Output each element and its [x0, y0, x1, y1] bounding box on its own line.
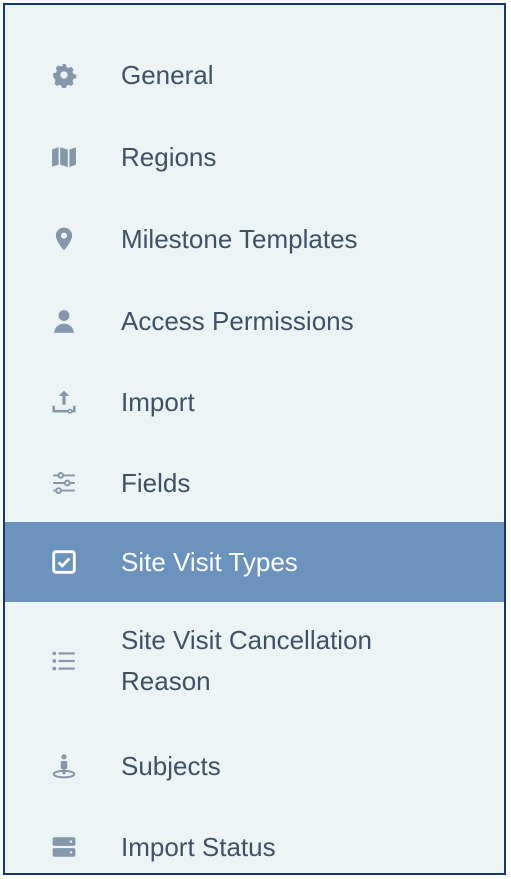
menu-item-access-permissions[interactable]: Access Permissions — [5, 298, 504, 344]
menu-item-label: General — [121, 60, 214, 90]
menu-item-label: Fields — [121, 468, 191, 498]
menu-item-subjects[interactable]: Subjects — [5, 743, 504, 789]
menu-item-import-status[interactable]: Import Status — [5, 824, 504, 870]
menu-item-label: Milestone Templates — [121, 224, 358, 254]
person-location-icon — [48, 750, 80, 782]
menu-item-label: Site Visit Cancellation Reason — [121, 625, 372, 696]
menu-item-site-visit-cancellation-reason[interactable]: Site Visit Cancellation Reason — [5, 615, 504, 707]
menu-item-general[interactable]: General — [5, 52, 504, 98]
gear-icon — [48, 59, 80, 91]
map-pin-icon — [48, 223, 80, 255]
checkbox-icon — [48, 546, 80, 578]
user-icon — [48, 305, 80, 337]
server-icon — [48, 831, 80, 863]
menu-item-import[interactable]: Import — [5, 379, 504, 425]
menu-item-regions[interactable]: Regions — [5, 134, 504, 180]
settings-sidebar: General Regions Milestone Templates Acce… — [3, 3, 506, 875]
list-icon — [48, 645, 80, 677]
menu-item-label: Site Visit Types — [121, 547, 298, 577]
map-icon — [48, 141, 80, 173]
upload-icon — [48, 386, 80, 418]
menu-item-label: Import Status — [121, 832, 276, 862]
menu-item-site-visit-types[interactable]: Site Visit Types — [5, 522, 504, 602]
sliders-icon — [48, 467, 80, 499]
menu-item-label: Import — [121, 387, 195, 417]
menu-item-milestone-templates[interactable]: Milestone Templates — [5, 216, 504, 262]
menu-item-label: Subjects — [121, 751, 221, 781]
menu-item-label: Access Permissions — [121, 306, 354, 336]
menu-item-fields[interactable]: Fields — [5, 460, 504, 506]
menu-item-label: Regions — [121, 142, 217, 172]
